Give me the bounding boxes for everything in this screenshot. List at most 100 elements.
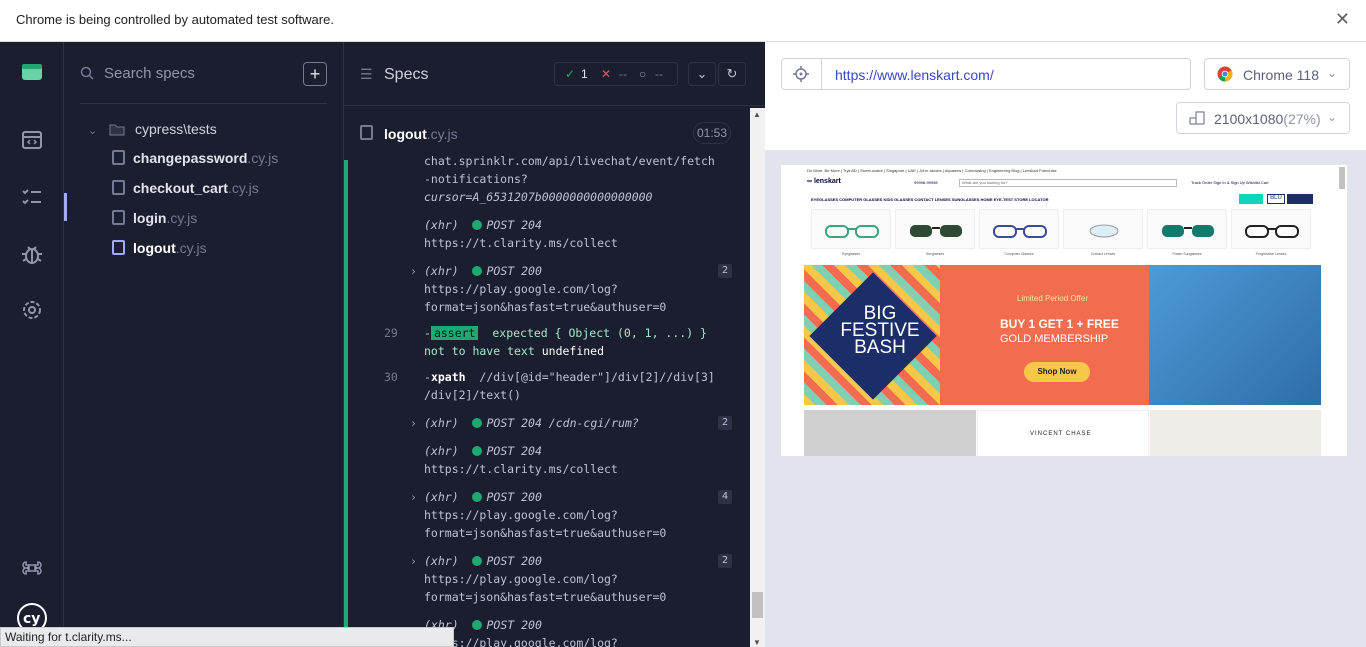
close-icon[interactable]: ✕ bbox=[1335, 9, 1350, 30]
cmd-number: 30 bbox=[384, 370, 398, 384]
cmd-url: https://t.clarity.ms/collect bbox=[424, 236, 618, 250]
file-ext: .cy.js bbox=[175, 240, 207, 256]
cmd-text: (xhr) POST 200 https://play.google.com/l… bbox=[424, 552, 666, 606]
spec-file-checkout-cart[interactable]: checkout_cart.cy.js bbox=[112, 180, 259, 200]
status-dot-icon bbox=[472, 492, 483, 502]
promo-tile-brand[interactable]: VINCENT CHASE bbox=[977, 410, 1149, 456]
spec-file-logout[interactable]: logout.cy.js bbox=[112, 240, 207, 260]
site-logo[interactable]: ∞ lenskart bbox=[807, 178, 841, 185]
tile-label: Contact Lenses bbox=[1090, 252, 1116, 256]
debug-bug-icon[interactable] bbox=[20, 242, 44, 266]
scroll-up-icon[interactable]: ▲ bbox=[753, 110, 761, 119]
status-dot-icon bbox=[472, 266, 483, 276]
viewport-icon bbox=[1189, 111, 1205, 125]
spec-ext: .cy.js bbox=[426, 126, 458, 142]
automation-infobar: Chrome is being controlled by automated … bbox=[0, 0, 1366, 42]
rerun-button[interactable]: ↻ bbox=[718, 62, 746, 86]
pending-icon: ○ bbox=[639, 67, 647, 81]
site-scrollbar-thumb[interactable] bbox=[1339, 167, 1345, 189]
site-phone: 99998-99998 bbox=[914, 180, 938, 185]
tile-label: Computer Glasses bbox=[1004, 252, 1034, 256]
count-badge: 2 bbox=[718, 554, 732, 568]
cmd-method: POST 200 bbox=[486, 264, 542, 278]
file-ext: .cy.js bbox=[247, 150, 279, 166]
tile-progressive-lenses[interactable] bbox=[1231, 209, 1311, 249]
collapse-specs-icon[interactable]: ☰ bbox=[360, 66, 373, 83]
infobar-message: Chrome is being controlled by automated … bbox=[16, 12, 334, 27]
aut-url[interactable]: https://www.lenskart.com/ bbox=[835, 67, 994, 83]
file-name: checkout_cart bbox=[133, 180, 228, 196]
selector-playground-button[interactable] bbox=[782, 59, 822, 89]
count-badge: 4 bbox=[718, 490, 732, 504]
viewport-zoom: (27%) bbox=[1283, 111, 1321, 127]
site-header-links[interactable]: Track Order Sign In & Sign Up Wishlist C… bbox=[1191, 180, 1268, 185]
spec-file-login[interactable]: login.cy.js bbox=[112, 210, 197, 230]
category-tiles: Eyeglasses Sunglasses Computer Glasses C… bbox=[811, 209, 1321, 259]
tile-eyeglasses[interactable] bbox=[811, 209, 891, 249]
festive-banner[interactable]: BIG FESTIVE BASH Limited Period Offer BU… bbox=[804, 265, 1321, 405]
file-icon bbox=[112, 180, 125, 195]
power-sunglasses-icon bbox=[1162, 225, 1214, 237]
promo-tile-frames[interactable] bbox=[1150, 410, 1321, 456]
site-search-input[interactable]: What are you looking for? bbox=[959, 179, 1177, 187]
cypress-app-icon[interactable] bbox=[20, 60, 44, 84]
url-bar[interactable]: https://www.lenskart.com/ bbox=[781, 58, 1191, 90]
cmd-text: - assert expected { Object (0, 1, ...) } … bbox=[424, 326, 707, 358]
spec-file-changepassword[interactable]: changepassword.cy.js bbox=[112, 150, 278, 170]
computer-glasses-icon bbox=[993, 225, 1047, 238]
reporter-scrollbar[interactable]: ▲ ▼ bbox=[750, 108, 765, 647]
chevron-right-icon: › bbox=[410, 264, 417, 278]
refresh-icon: ↻ bbox=[726, 66, 738, 81]
promo-badge-1[interactable] bbox=[1239, 194, 1263, 204]
cmd-url: https://play.google.com/log? bbox=[424, 508, 618, 522]
tile-contact-lenses[interactable] bbox=[1063, 209, 1143, 249]
cmd-line: chat.sprinklr.com/api/livechat/event/fet… bbox=[424, 154, 715, 168]
browser-selector[interactable]: Chrome 118 ⌄ bbox=[1204, 58, 1350, 90]
expand-collapse-button[interactable]: ⌄ bbox=[688, 62, 716, 86]
file-name: logout bbox=[133, 240, 176, 256]
reporter-panel: ☰ Specs ✓ 1 ✕ -- ○ -- ⌄ ↻ logout.cy.js 0… bbox=[344, 42, 765, 647]
tile-label: Power Sunglasses bbox=[1172, 252, 1202, 256]
promo-tile-model[interactable] bbox=[804, 410, 976, 456]
chevron-down-icon: ⌄ bbox=[1326, 110, 1337, 124]
settings-gear-icon[interactable] bbox=[20, 298, 44, 322]
cmd-text: (xhr) POST 200 https://play.google.com/l… bbox=[424, 262, 666, 316]
tile-sunglasses[interactable] bbox=[895, 209, 975, 249]
keyboard-shortcuts-icon[interactable] bbox=[20, 556, 44, 580]
eyeglasses-icon bbox=[825, 225, 879, 238]
brand-name: VINCENT CHASE bbox=[1030, 431, 1092, 437]
new-spec-button[interactable]: + bbox=[303, 62, 327, 86]
file-ext: .cy.js bbox=[227, 180, 259, 196]
search-specs-input[interactable]: Search specs bbox=[104, 65, 195, 82]
file-name: login bbox=[133, 210, 167, 226]
cmd-type: (xhr) bbox=[424, 416, 459, 430]
cmd-text: chat.sprinklr.com/api/livechat/event/fet… bbox=[424, 152, 715, 206]
aut-iframe[interactable]: Do More, Be More | Tryin3D | StoreLocato… bbox=[781, 165, 1347, 456]
status-dot-icon bbox=[472, 446, 483, 456]
cmd-arg: //div[@id="header"]/div[2]//div[3] bbox=[479, 370, 715, 384]
file-icon bbox=[112, 150, 125, 165]
reporter-header: ☰ Specs ✓ 1 ✕ -- ○ -- ⌄ ↻ bbox=[344, 42, 765, 106]
shop-now-button[interactable]: Shop Now bbox=[1024, 362, 1090, 382]
promo-badge-2[interactable] bbox=[1287, 194, 1313, 204]
tile-label: Sunglasses bbox=[925, 252, 945, 256]
sunglasses-icon bbox=[910, 225, 962, 237]
spec-title: logout.cy.js bbox=[384, 126, 458, 142]
runs-icon[interactable] bbox=[20, 185, 44, 209]
site-category-nav[interactable]: EYEGLASSES COMPUTER GLASSES KIDS GLASSES… bbox=[811, 197, 1049, 202]
specs-list-icon[interactable] bbox=[20, 128, 44, 152]
blu-badge[interactable]: BLU bbox=[1267, 194, 1285, 204]
chevron-right-icon: › bbox=[410, 416, 417, 430]
scroll-down-icon[interactable]: ▼ bbox=[753, 638, 761, 647]
tile-power-sunglasses[interactable] bbox=[1147, 209, 1227, 249]
cmd-line: -notifications? bbox=[424, 172, 528, 186]
test-stats: ✓ 1 ✕ -- ○ -- bbox=[554, 62, 678, 86]
cmd-method: POST 200 bbox=[486, 618, 542, 632]
chevron-down-icon: ⌄ bbox=[88, 125, 98, 137]
viewport-selector[interactable]: 2100x1080(27%) ⌄ bbox=[1176, 102, 1350, 134]
tile-computer-glasses[interactable] bbox=[979, 209, 1059, 249]
status-dot-icon bbox=[472, 220, 483, 230]
tile-label: Progressive Lenses bbox=[1255, 252, 1287, 256]
folder-cypress-tests[interactable]: ⌄ cypress\tests bbox=[88, 121, 217, 137]
scrollbar-thumb[interactable] bbox=[752, 592, 763, 618]
